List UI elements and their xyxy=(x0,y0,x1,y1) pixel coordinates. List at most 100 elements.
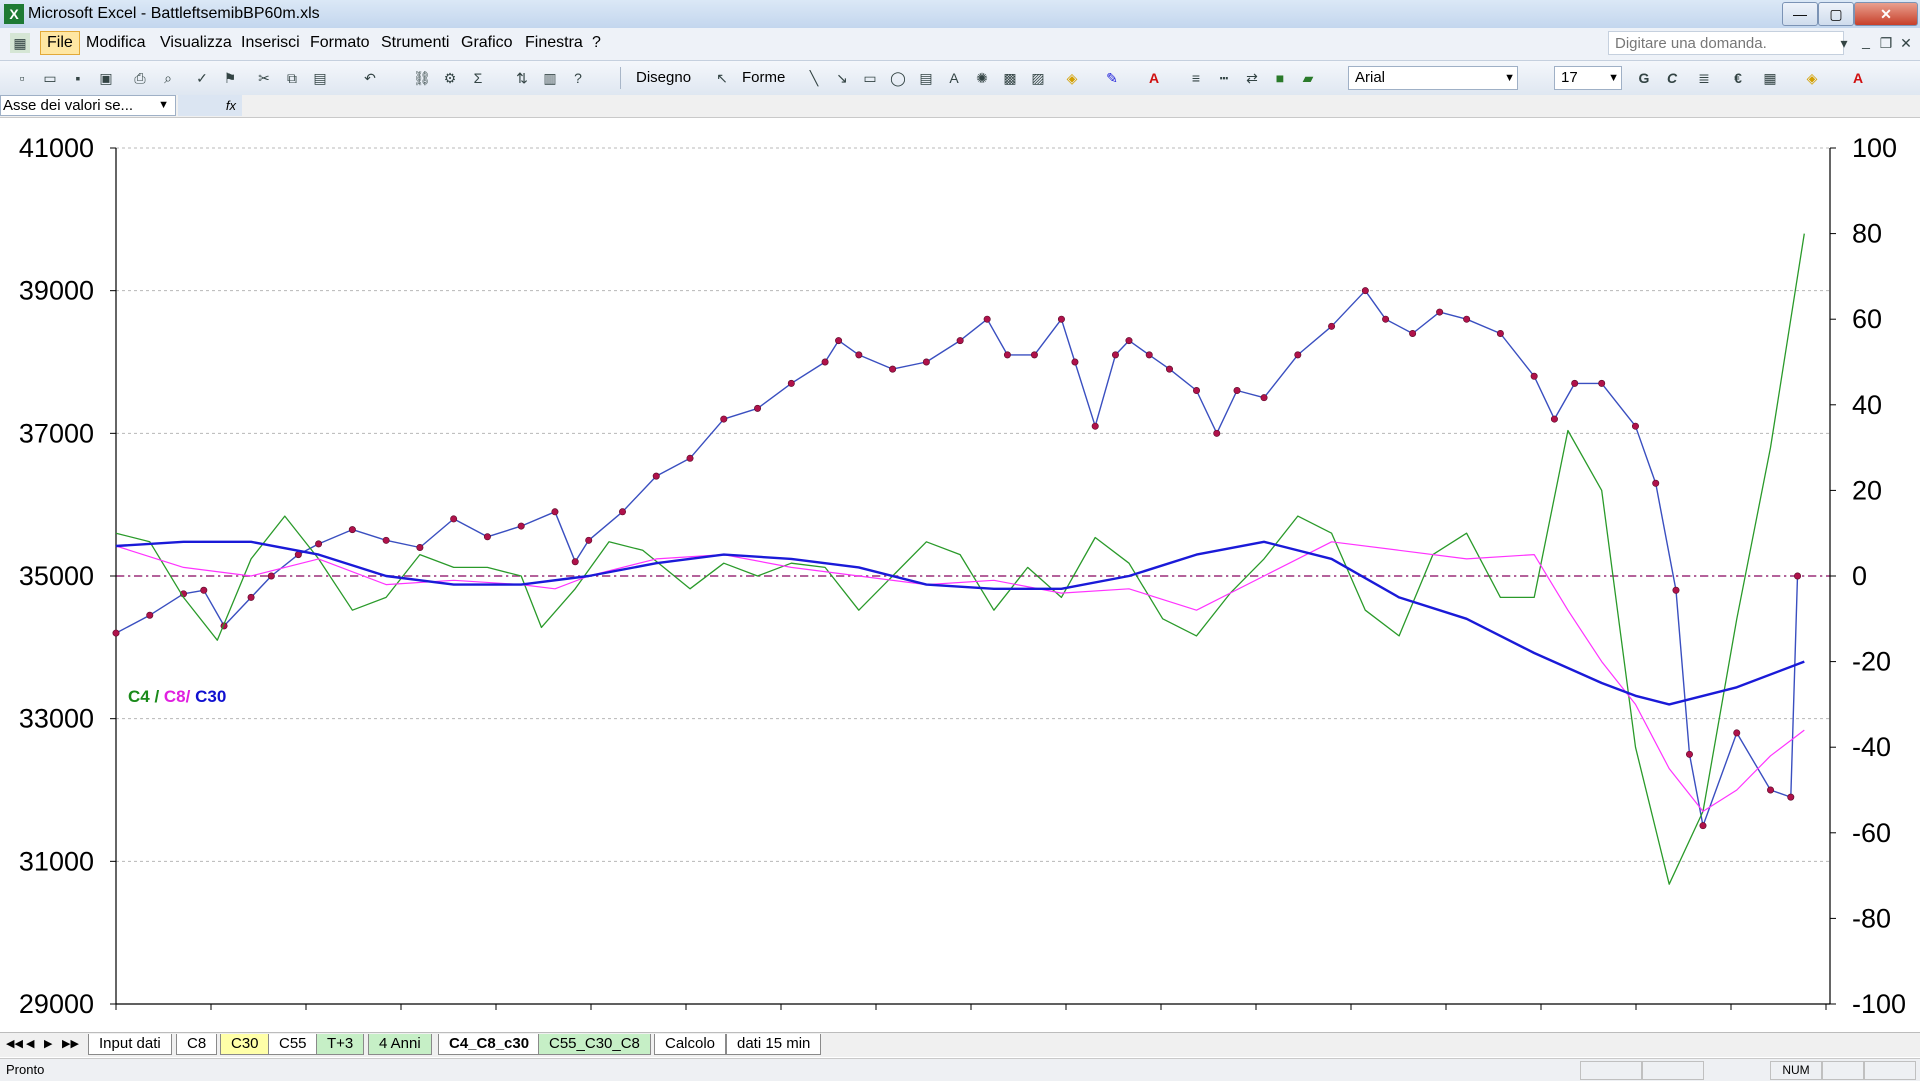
data-point[interactable] xyxy=(652,472,660,480)
sheet-tab[interactable]: dati 15 min xyxy=(726,1034,822,1055)
data-point[interactable] xyxy=(1294,351,1302,359)
data-point[interactable] xyxy=(1071,358,1079,366)
data-point[interactable] xyxy=(618,508,626,516)
open-icon[interactable]: ▭ xyxy=(40,68,60,88)
text-color-icon[interactable]: A xyxy=(1848,68,1868,88)
data-point[interactable] xyxy=(315,540,323,548)
font-color-icon[interactable]: A xyxy=(1144,68,1164,88)
print-icon[interactable]: ⎙ xyxy=(130,68,150,88)
wordart-icon[interactable]: A xyxy=(944,68,964,88)
menu-grafico[interactable]: Grafico xyxy=(461,34,513,52)
data-point[interactable] xyxy=(1767,786,1775,794)
diagram-icon[interactable]: ✺ xyxy=(972,68,992,88)
series-line-price[interactable] xyxy=(115,289,1799,827)
maximize-button[interactable]: ▢ xyxy=(1818,2,1854,26)
rectangle-icon[interactable]: ▭ xyxy=(860,68,880,88)
data-point[interactable] xyxy=(855,351,863,359)
align-icon[interactable]: ≣ xyxy=(1694,68,1714,88)
data-point[interactable] xyxy=(450,515,458,523)
sheet-tab[interactable]: C55_C30_C8 xyxy=(538,1034,651,1055)
prev-sheet-button[interactable]: ◀ xyxy=(26,1037,34,1050)
fx-button[interactable]: fx xyxy=(178,95,242,116)
data-point[interactable] xyxy=(1111,351,1119,359)
data-point[interactable] xyxy=(348,526,356,534)
arrow-icon[interactable]: ↘ xyxy=(832,68,852,88)
data-point[interactable] xyxy=(416,543,424,551)
bold-button[interactable]: G xyxy=(1634,68,1654,88)
data-point[interactable] xyxy=(517,522,525,530)
data-point[interactable] xyxy=(1571,379,1579,387)
sheet-tab[interactable]: Input dati xyxy=(88,1034,172,1055)
paste-icon[interactable]: ▤ xyxy=(310,68,330,88)
data-point[interactable] xyxy=(956,337,964,345)
help-dropdown-icon[interactable]: ▾ xyxy=(1834,33,1854,53)
data-point[interactable] xyxy=(247,593,255,601)
data-point[interactable] xyxy=(1699,822,1707,830)
data-point[interactable] xyxy=(382,536,390,544)
research-icon[interactable]: ⚑ xyxy=(220,68,240,88)
permission-icon[interactable]: ▣ xyxy=(96,68,116,88)
data-point[interactable] xyxy=(571,558,579,566)
data-point[interactable] xyxy=(1409,329,1417,337)
data-point[interactable] xyxy=(983,315,991,323)
sheet-tab[interactable]: C8 xyxy=(176,1034,218,1055)
menu-help[interactable]: ? xyxy=(592,34,601,52)
first-sheet-button[interactable]: ◀◀ xyxy=(6,1037,23,1050)
help-icon[interactable]: ? xyxy=(568,68,588,88)
data-point[interactable] xyxy=(1260,394,1268,402)
picture-icon[interactable]: ▨ xyxy=(1028,68,1048,88)
save-icon[interactable]: ▪ xyxy=(68,68,88,88)
data-point[interactable] xyxy=(1598,379,1606,387)
data-point[interactable] xyxy=(267,572,275,580)
sort-icon[interactable]: ⇅ xyxy=(512,68,532,88)
fill-bucket-icon[interactable]: ◈ xyxy=(1802,68,1822,88)
sheet-tab[interactable]: C4_C8_c30 xyxy=(438,1034,541,1055)
data-point[interactable] xyxy=(1361,287,1369,295)
spelling-icon[interactable]: ✓ xyxy=(192,68,212,88)
line-icon[interactable]: ╲ xyxy=(804,68,824,88)
font-size-select[interactable]: 17 ▼ xyxy=(1554,66,1622,90)
menu-file[interactable]: File xyxy=(40,31,80,55)
data-point[interactable] xyxy=(1672,586,1680,594)
data-point[interactable] xyxy=(483,533,491,541)
sigma-icon[interactable]: Σ xyxy=(468,68,488,88)
data-point[interactable] xyxy=(1685,750,1693,758)
dash-style-icon[interactable]: ┅ xyxy=(1214,68,1234,88)
doc-close-button[interactable]: ✕ xyxy=(1896,33,1916,53)
new-icon[interactable]: ▫ xyxy=(12,68,32,88)
data-point[interactable] xyxy=(551,508,559,516)
sheet-tab[interactable]: Calcolo xyxy=(654,1034,727,1055)
excel-app-icon[interactable]: X xyxy=(4,4,24,24)
series-line-c30[interactable] xyxy=(115,540,1805,706)
data-point[interactable] xyxy=(1382,315,1390,323)
data-point[interactable] xyxy=(1652,479,1660,487)
menu-strumenti[interactable]: Strumenti xyxy=(381,34,449,52)
undo-icon[interactable]: ↶ xyxy=(360,68,380,88)
sheet-tab[interactable]: C30 xyxy=(220,1034,270,1055)
data-point[interactable] xyxy=(1530,372,1538,380)
clipart-icon[interactable]: ▩ xyxy=(1000,68,1020,88)
hyperlink-icon[interactable]: ⛓ xyxy=(412,68,432,88)
line-style-icon[interactable]: ≡ xyxy=(1186,68,1206,88)
data-point[interactable] xyxy=(1787,793,1795,801)
borders-icon[interactable]: ▦ xyxy=(1760,68,1780,88)
line-color-icon[interactable]: ✎ xyxy=(1102,68,1122,88)
sheet-tab[interactable]: C55 xyxy=(268,1034,318,1055)
minimize-button[interactable]: — xyxy=(1782,2,1818,26)
forme-menu[interactable]: Forme xyxy=(742,69,785,86)
data-point[interactable] xyxy=(200,586,208,594)
data-point[interactable] xyxy=(922,358,930,366)
menu-formato[interactable]: Formato xyxy=(310,34,370,52)
data-point[interactable] xyxy=(1436,308,1444,316)
euro-button[interactable]: € xyxy=(1728,68,1748,88)
italic-button[interactable]: C xyxy=(1662,68,1682,88)
data-point[interactable] xyxy=(1213,429,1221,437)
doc-minimize-button[interactable]: _ xyxy=(1856,31,1876,51)
oval-icon[interactable]: ◯ xyxy=(888,68,908,88)
cut-icon[interactable]: ✂ xyxy=(254,68,274,88)
data-point[interactable] xyxy=(1328,322,1336,330)
data-point[interactable] xyxy=(1463,315,1471,323)
chart-series[interactable] xyxy=(112,233,1805,885)
data-point[interactable] xyxy=(112,629,120,637)
data-point[interactable] xyxy=(1125,337,1133,345)
